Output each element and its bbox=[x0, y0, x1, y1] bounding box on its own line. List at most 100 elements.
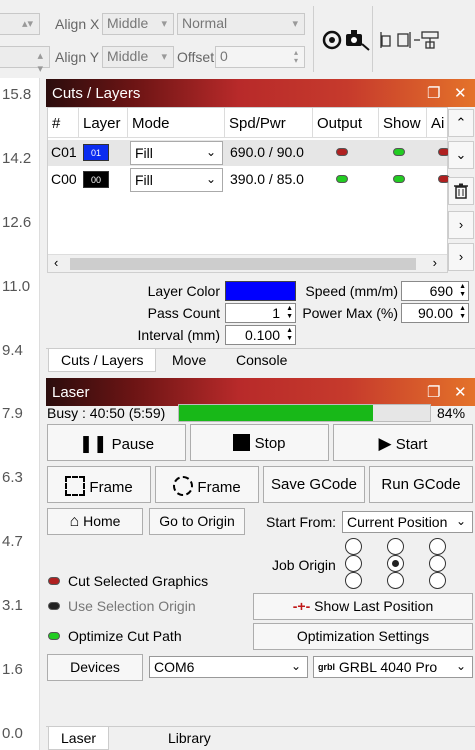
move-layer-up-button[interactable]: ⌃ bbox=[448, 109, 474, 137]
crosshair-icon: -+- bbox=[292, 598, 311, 614]
device-select[interactable]: grbl GRBL 4040 Pro ⌄ bbox=[313, 656, 473, 678]
pause-button[interactable]: ❚❚ Pause bbox=[47, 424, 186, 461]
origin-radio[interactable] bbox=[345, 555, 362, 572]
use-selection-origin-label[interactable]: Use Selection Origin bbox=[68, 598, 196, 614]
tab-laser[interactable]: Laser bbox=[48, 727, 110, 750]
column-header[interactable]: Spd/Pwr bbox=[225, 108, 313, 138]
scroll-right-button-2[interactable]: › bbox=[448, 243, 474, 271]
home-button[interactable]: ⌂ Home bbox=[47, 508, 143, 535]
distribute-icon[interactable] bbox=[380, 30, 446, 53]
column-header[interactable]: Show bbox=[379, 108, 427, 138]
power-max-input[interactable]: 90.00 ▲ ▼ bbox=[401, 303, 469, 323]
mode-select[interactable]: Fill ⌄ bbox=[130, 141, 223, 165]
table-row[interactable]: C00 00 Fill ⌄ 390.0 / 85.0 bbox=[48, 167, 450, 193]
scroll-left-icon[interactable]: ‹ bbox=[54, 255, 58, 270]
frame-circle-icon bbox=[173, 476, 194, 496]
column-header[interactable]: Output bbox=[313, 108, 379, 138]
column-header[interactable]: Mode bbox=[128, 108, 225, 138]
origin-radio[interactable] bbox=[345, 538, 362, 555]
close-icon[interactable]: ✕ bbox=[454, 383, 467, 401]
origin-radio[interactable] bbox=[429, 572, 446, 589]
align-x-mode-combo[interactable]: Normal ▾ bbox=[177, 13, 305, 35]
go-to-origin-button[interactable]: Go to Origin bbox=[149, 508, 245, 535]
float-window-icon[interactable]: ❐ bbox=[427, 84, 440, 102]
origin-radio-selected[interactable] bbox=[387, 555, 404, 572]
cut-selected-toggle[interactable] bbox=[48, 577, 60, 585]
column-header[interactable]: Layer bbox=[79, 108, 128, 138]
delete-layer-button[interactable] bbox=[448, 177, 474, 205]
close-icon[interactable]: ✕ bbox=[454, 84, 467, 102]
origin-radio[interactable] bbox=[387, 572, 404, 589]
interval-label: Interval (mm) bbox=[137, 327, 220, 343]
interval-input[interactable]: 0.100 ▲ ▼ bbox=[225, 325, 296, 345]
align-x-left-combo[interactable]: ▴▾ bbox=[0, 13, 40, 35]
stop-button[interactable]: Stop bbox=[190, 424, 329, 461]
tab-library[interactable]: Library bbox=[156, 727, 223, 750]
optimize-cut-path-toggle[interactable] bbox=[48, 632, 60, 640]
start-from-select[interactable]: Current Position ⌄ bbox=[342, 511, 473, 533]
optimization-settings-button[interactable]: Optimization Settings bbox=[253, 623, 473, 650]
cuts-layers-header: Cuts / Layers ❐ ✕ bbox=[46, 79, 475, 107]
align-y-left-combo[interactable]: ▴ ▾ bbox=[0, 46, 50, 75]
ruler-label: 0.0 bbox=[2, 725, 23, 742]
chevron-down-icon: ⌄ bbox=[205, 172, 216, 186]
pass-count-input[interactable]: 1 ▲ ▼ bbox=[225, 303, 296, 323]
align-y-combo[interactable]: Middle ▾ bbox=[102, 46, 174, 68]
grbl-logo: grbl bbox=[318, 662, 335, 672]
rotary-camera-icon[interactable] bbox=[322, 28, 370, 55]
scrollbar-thumb[interactable] bbox=[70, 258, 416, 270]
float-window-icon[interactable]: ❐ bbox=[427, 383, 440, 401]
ruler-label: 4.7 bbox=[2, 533, 23, 550]
cuts-layers-title: Cuts / Layers bbox=[52, 85, 141, 102]
horizontal-scrollbar[interactable]: ‹ › bbox=[48, 254, 447, 272]
optimize-cut-path-label[interactable]: Optimize Cut Path bbox=[68, 628, 182, 644]
offset-input[interactable]: 0 ▴ ▾ bbox=[215, 46, 305, 68]
show-toggle[interactable] bbox=[393, 175, 405, 183]
show-last-position-button[interactable]: -+- Show Last Position bbox=[253, 593, 473, 620]
align-x-combo[interactable]: Middle ▾ bbox=[102, 13, 174, 35]
devices-button[interactable]: Devices bbox=[47, 654, 143, 681]
job-progress-bar bbox=[178, 404, 431, 422]
speed-power-value: 690.0 / 90.0 bbox=[230, 144, 304, 160]
play-icon: ▶ bbox=[378, 434, 392, 453]
progress-percent: 84% bbox=[437, 405, 466, 421]
save-gcode-button[interactable]: Save GCode bbox=[263, 466, 365, 503]
frame-circle-button[interactable]: Frame bbox=[155, 466, 259, 503]
speed-input[interactable]: 690 ▲ ▼ bbox=[401, 281, 469, 301]
frame-rect-button[interactable]: Frame bbox=[47, 466, 151, 503]
origin-radio[interactable] bbox=[429, 555, 446, 572]
chevron-down-icon: ⌄ bbox=[205, 145, 216, 159]
scroll-right-button[interactable]: › bbox=[448, 211, 474, 239]
ruler-label: 11.0 bbox=[2, 278, 31, 295]
app-window: ▴▾ Align X Middle ▾ Normal ▾ ▴ ▾ Align Y Mi… bbox=[0, 0, 475, 750]
run-gcode-button[interactable]: Run GCode bbox=[369, 466, 473, 503]
row-id: C01 bbox=[51, 144, 77, 160]
port-select[interactable]: COM6 ⌄ bbox=[149, 656, 308, 678]
origin-radio[interactable] bbox=[345, 572, 362, 589]
column-header[interactable]: Ai bbox=[427, 108, 447, 138]
trash-icon bbox=[454, 183, 468, 199]
chevron-down-icon: ⌄ bbox=[290, 659, 301, 673]
mode-select[interactable]: Fill ⌄ bbox=[130, 168, 223, 192]
progress-fill bbox=[179, 405, 373, 421]
origin-radio[interactable] bbox=[387, 538, 404, 555]
align-y-label: Align Y bbox=[55, 49, 100, 65]
cut-selected-label[interactable]: Cut Selected Graphics bbox=[68, 573, 208, 589]
column-header[interactable]: # bbox=[48, 108, 79, 138]
tab-console[interactable]: Console bbox=[224, 349, 299, 372]
tab-move[interactable]: Move bbox=[160, 349, 218, 372]
tab-cuts-layers[interactable]: Cuts / Layers bbox=[48, 349, 157, 372]
use-selection-origin-toggle[interactable] bbox=[48, 602, 60, 610]
scroll-right-icon[interactable]: › bbox=[433, 255, 437, 270]
move-layer-down-button[interactable]: ⌄ bbox=[448, 141, 474, 169]
show-toggle[interactable] bbox=[393, 148, 405, 156]
stop-icon bbox=[233, 434, 251, 451]
origin-radio[interactable] bbox=[429, 538, 446, 555]
output-toggle[interactable] bbox=[336, 148, 348, 156]
table-row[interactable]: C01 01 Fill ⌄ 690.0 / 90.0 bbox=[48, 140, 450, 166]
output-toggle[interactable] bbox=[336, 175, 348, 183]
layer-color-button[interactable] bbox=[225, 281, 296, 301]
start-button[interactable]: ▶ Start bbox=[333, 424, 473, 461]
ruler-label: 7.9 bbox=[2, 405, 23, 422]
laser-panel-tabs: Laser Library bbox=[46, 726, 475, 750]
